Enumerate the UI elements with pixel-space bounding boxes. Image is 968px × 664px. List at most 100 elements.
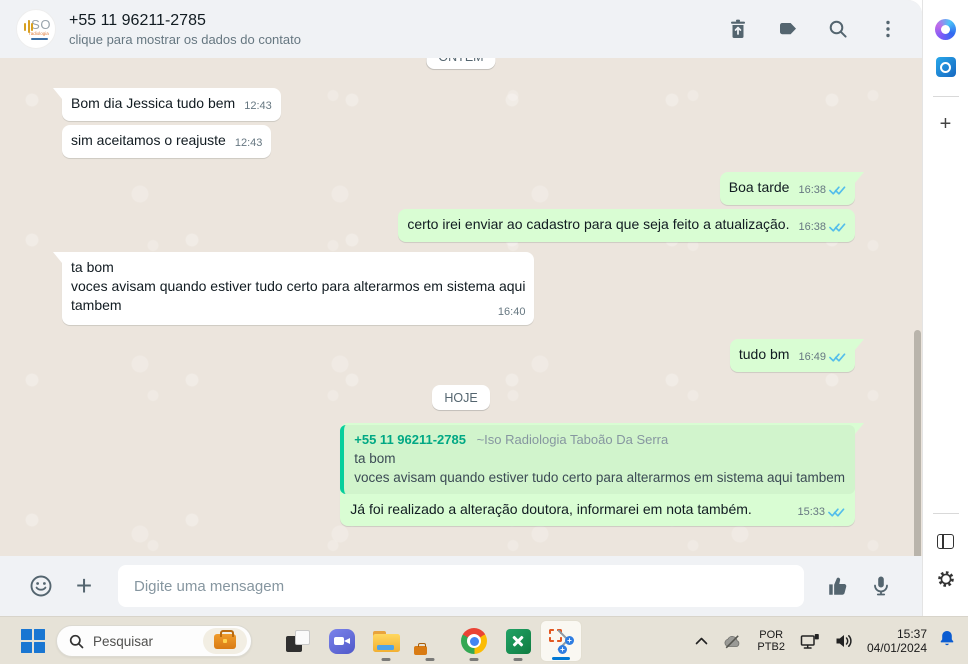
message-time: 16:38 bbox=[798, 221, 826, 233]
iso-logo-rays-icon bbox=[24, 20, 33, 33]
message-text: voces avisam quando estiver tudo certo p… bbox=[71, 278, 526, 294]
message-row: sim aceitamos o reajuste 12:43 bbox=[0, 125, 922, 158]
quote-author: ~Iso Radiologia Taboão Da Serra bbox=[476, 432, 669, 447]
network-button[interactable] bbox=[796, 629, 824, 654]
taskbar-clock[interactable]: 15:37 04/01/2024 bbox=[865, 625, 929, 657]
chat-scrollbar[interactable] bbox=[914, 330, 921, 556]
menu-button[interactable] bbox=[868, 9, 908, 49]
quote-sender: +55 11 96211-2785 bbox=[354, 432, 466, 447]
message-time: 12:43 bbox=[244, 100, 272, 112]
message-text: Bom dia Jessica tudo bem bbox=[71, 95, 236, 111]
message-body: Já foi realizado a alteração doutora, in… bbox=[345, 499, 850, 519]
edge-icon bbox=[414, 628, 443, 655]
message-text: ta bom bbox=[71, 259, 114, 275]
message-bubble-incoming[interactable]: Bom dia Jessica tudo bem 12:43 bbox=[53, 88, 281, 121]
read-receipt-icon bbox=[829, 186, 846, 195]
message-row: ta bom voces avisam quando estiver tudo … bbox=[0, 252, 922, 325]
onedrive-status-button[interactable] bbox=[719, 630, 746, 653]
plus-icon: + bbox=[75, 570, 93, 601]
read-receipt-icon bbox=[829, 353, 846, 362]
message-bubble-outgoing[interactable]: tudo bm 16:49 bbox=[729, 339, 865, 372]
message-bubble-outgoing[interactable]: certo irei enviar ao cadastro para que s… bbox=[398, 209, 855, 242]
contact-info[interactable]: +55 11 96211-2785 clique para mostrar os… bbox=[69, 10, 718, 49]
windows-logo-icon bbox=[21, 629, 45, 653]
chevron-up-icon bbox=[696, 637, 708, 645]
message-text: Boa tarde bbox=[728, 179, 790, 195]
message-list: ONTEM Bom dia Jessica tudo bem 12:43 sim… bbox=[0, 58, 922, 556]
delete-icon bbox=[731, 19, 745, 38]
sidebar-divider bbox=[932, 96, 959, 97]
notifications-button[interactable] bbox=[936, 625, 962, 657]
language-line1: POR bbox=[759, 629, 784, 641]
volume-button[interactable] bbox=[831, 629, 858, 653]
system-tray: POR PTB2 15:37 04/01/2024 bbox=[691, 617, 962, 664]
emoji-icon bbox=[30, 575, 52, 597]
message-text: tambem bbox=[71, 297, 122, 313]
taskbar-app-edge[interactable] bbox=[408, 619, 452, 663]
voice-message-button[interactable] bbox=[864, 569, 898, 603]
date-pill-yesterday: ONTEM bbox=[426, 58, 496, 69]
excel-icon bbox=[505, 628, 531, 654]
outlook-button[interactable] bbox=[931, 52, 961, 82]
toggle-sidebar-button[interactable] bbox=[931, 526, 961, 556]
sidebar-settings-button[interactable] bbox=[931, 564, 961, 594]
read-receipt-icon bbox=[829, 223, 846, 232]
speaker-icon bbox=[836, 635, 852, 647]
message-bubble-incoming[interactable]: sim aceitamos o reajuste 12:43 bbox=[62, 125, 272, 158]
search-button[interactable] bbox=[818, 9, 858, 49]
search-icon bbox=[829, 20, 847, 38]
message-text: Já foi realizado a alteração doutora, in… bbox=[350, 501, 752, 517]
message-time: 16:49 bbox=[798, 351, 826, 363]
composer-bar: + bbox=[0, 556, 922, 616]
message-time: 15:33 bbox=[797, 506, 825, 518]
taskbar-apps: + + bbox=[276, 619, 582, 663]
clock-time: 15:37 bbox=[896, 627, 927, 641]
taskbar-app-teams[interactable] bbox=[320, 619, 364, 663]
copilot-button[interactable] bbox=[931, 14, 961, 44]
date-pill-row: HOJE bbox=[0, 385, 922, 410]
taskbar-app-file-explorer[interactable] bbox=[364, 619, 408, 663]
message-bubble-outgoing[interactable]: Boa tarde 16:38 bbox=[719, 172, 865, 205]
sidebar-panel-icon bbox=[937, 533, 954, 549]
screen: ISO radiologia +55 11 96211-2785 clique … bbox=[0, 0, 968, 664]
start-button[interactable] bbox=[16, 626, 50, 656]
language-indicator[interactable]: POR PTB2 bbox=[753, 627, 789, 655]
gear-icon bbox=[937, 571, 954, 587]
notification-bell-icon bbox=[940, 631, 954, 646]
contact-subtitle: clique para mostrar os dados do contato bbox=[69, 31, 301, 47]
delete-chat-button[interactable] bbox=[718, 9, 758, 49]
like-button[interactable] bbox=[821, 569, 855, 603]
taskbar-app-desktops[interactable] bbox=[276, 619, 320, 663]
teams-chat-icon bbox=[329, 628, 355, 654]
message-time: 16:38 bbox=[798, 184, 826, 196]
thumbs-up-icon bbox=[828, 577, 846, 595]
message-text: certo irei enviar ao cadastro para que s… bbox=[407, 216, 790, 232]
label-button[interactable] bbox=[768, 9, 808, 49]
add-sidebar-app-button[interactable]: + bbox=[931, 109, 961, 139]
message-row: certo irei enviar ao cadastro para que s… bbox=[0, 209, 922, 242]
message-row: Boa tarde 16:38 bbox=[0, 172, 922, 205]
hidden-icons-button[interactable] bbox=[691, 633, 712, 649]
message-bubble-incoming[interactable]: ta bom voces avisam quando estiver tudo … bbox=[52, 252, 535, 325]
clock-date: 04/01/2024 bbox=[866, 641, 927, 655]
windows-taskbar: Pesquisar + + POR PTB2 15:37 04/01/2024 bbox=[0, 616, 968, 664]
snipping-tool-icon: + + bbox=[548, 628, 574, 654]
search-placeholder: Pesquisar bbox=[93, 633, 154, 649]
whatsapp-window: ISO radiologia +55 11 96211-2785 clique … bbox=[0, 0, 922, 616]
taskbar-search[interactable]: Pesquisar bbox=[56, 625, 252, 657]
message-row: Bom dia Jessica tudo bem 12:43 bbox=[0, 88, 922, 121]
quoted-message[interactable]: +55 11 96211-2785 ~Iso Radiologia Taboão… bbox=[340, 425, 855, 494]
copilot-icon bbox=[935, 18, 956, 40]
plus-icon: + bbox=[939, 113, 952, 135]
cloud-slash-icon bbox=[725, 634, 740, 648]
taskbar-app-snipping-tool[interactable]: + + bbox=[540, 620, 582, 662]
read-receipt-icon bbox=[828, 508, 845, 517]
taskbar-app-chrome[interactable] bbox=[452, 619, 496, 663]
message-input[interactable] bbox=[118, 565, 804, 607]
attach-button[interactable]: + bbox=[67, 569, 101, 603]
contact-avatar[interactable]: ISO radiologia bbox=[16, 9, 56, 49]
taskbar-app-excel[interactable] bbox=[496, 619, 540, 663]
header-actions bbox=[718, 9, 908, 49]
emoji-button[interactable] bbox=[24, 569, 58, 603]
message-bubble-outgoing-with-quote[interactable]: +55 11 96211-2785 ~Iso Radiologia Taboão… bbox=[340, 423, 864, 526]
